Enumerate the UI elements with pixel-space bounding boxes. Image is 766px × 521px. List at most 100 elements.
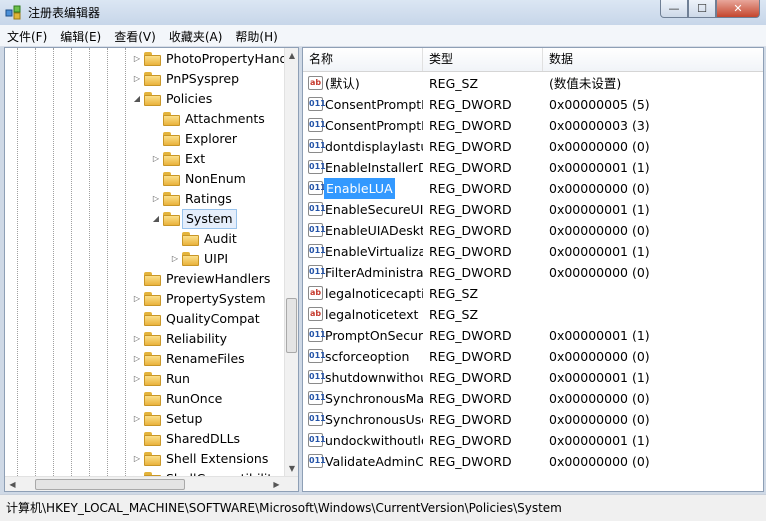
collapsed-arrow-icon[interactable]: ▷ (170, 249, 180, 269)
menu-favorites[interactable]: 收藏夹(A) (162, 25, 229, 46)
menu-file[interactable]: 文件(F) (0, 25, 53, 46)
scroll-up-icon[interactable]: ▲ (285, 48, 298, 63)
scroll-down-icon[interactable]: ▼ (285, 461, 298, 476)
tree-item[interactable]: ▷ Shell Extensions (132, 449, 284, 469)
tree-item[interactable]: ▷ Ext (151, 149, 284, 169)
collapsed-arrow-icon[interactable]: ▷ (132, 469, 142, 476)
value-row[interactable]: 011EnableUIADesktopToggle REG_DWORD 0x0000… (303, 220, 763, 241)
collapsed-arrow-icon[interactable]: ▷ (132, 449, 142, 469)
dword-value-icon: 011 (308, 181, 326, 195)
value-data: 0x00000003 (3) (549, 118, 650, 133)
tree-item-label: Setup (166, 411, 203, 426)
menu-help[interactable]: 帮助(H) (228, 25, 283, 46)
tree-item[interactable]: Audit (170, 229, 284, 249)
value-row[interactable]: 011shutdownwithoutlogon REG_DWORD 0x000000… (303, 367, 763, 388)
tree-item[interactable]: ▷ RenameFiles (132, 349, 284, 369)
tree-guide-line (53, 48, 54, 476)
value-row[interactable]: 011ConsentPromptBehaviorUser REG_DWORD 0x0… (303, 115, 763, 136)
value-row[interactable]: 011ValidateAdminCodeSignatures REG_DWORD 0… (303, 451, 763, 472)
column-header: 名称 类型 数据 (303, 48, 763, 72)
menu-view[interactable]: 查看(V) (107, 25, 162, 46)
tree-item-label: Policies (166, 91, 213, 106)
value-data: 0x00000000 (0) (549, 181, 650, 196)
menu-edit[interactable]: 编辑(E) (53, 25, 107, 46)
collapsed-arrow-icon[interactable]: ▷ (132, 289, 142, 309)
tree-item[interactable]: ▷ ShellCompatibility (132, 469, 284, 476)
folder-icon (144, 292, 161, 306)
folder-icon (144, 332, 161, 346)
collapsed-arrow-icon[interactable]: ▷ (132, 69, 142, 89)
value-data: 0x00000001 (1) (549, 370, 650, 385)
tree-item[interactable]: ▷ UIPI (170, 249, 284, 269)
value-row[interactable]: 011PromptOnSecureDesktop REG_DWORD 0x00000… (303, 325, 763, 346)
value-row[interactable]: 011EnableInstallerDetection REG_DWORD 0x00… (303, 157, 763, 178)
tree-item-label: SharedDLLs (166, 431, 241, 446)
expanded-arrow-icon[interactable]: ◢ (151, 209, 161, 229)
folder-icon (144, 52, 161, 66)
collapsed-arrow-icon[interactable]: ▷ (132, 349, 142, 369)
tree-item[interactable]: ▷ PhotoPropertyHandler (132, 49, 284, 69)
tree-item-label: PhotoPropertyHandler (166, 51, 284, 66)
value-row[interactable]: 011EnableSecureUIAPaths REG_DWORD 0x000000… (303, 199, 763, 220)
tree-item[interactable]: ◢ Policies (132, 89, 284, 109)
collapsed-arrow-icon[interactable]: ▷ (151, 149, 161, 169)
tree-item[interactable]: Explorer (151, 129, 284, 149)
tree-item-label: NonEnum (185, 171, 246, 186)
collapsed-arrow-icon[interactable]: ▷ (132, 409, 142, 429)
maximize-button[interactable]: ☐ (688, 0, 716, 18)
value-row[interactable]: 011undockwithoutlogon REG_DWORD 0x00000001… (303, 430, 763, 451)
value-row[interactable]: 011SynchronousUserGroupPolicy REG_DWORD 0x… (303, 409, 763, 430)
tree-item[interactable]: Attachments (151, 109, 284, 129)
collapsed-arrow-icon[interactable]: ▷ (151, 189, 161, 209)
folder-icon (144, 372, 161, 386)
minimize-button[interactable]: — (660, 0, 688, 18)
scrollbar-thumb[interactable] (35, 479, 185, 490)
folder-icon (182, 232, 199, 246)
tree-item[interactable]: ▷ Setup (132, 409, 284, 429)
value-row[interactable]: 011EnableVirtualization REG_DWORD 0x000000… (303, 241, 763, 262)
column-name[interactable]: 名称 (303, 48, 423, 71)
tree-item[interactable]: ▷ PnPSysprep (132, 69, 284, 89)
tree-item[interactable]: ▷ Reliability (132, 329, 284, 349)
expanded-arrow-icon[interactable]: ◢ (132, 89, 142, 109)
value-row[interactable]: ab legalnoticetext REG_SZ (303, 304, 763, 325)
close-button[interactable]: ✕ (716, 0, 760, 18)
tree-item[interactable]: NonEnum (151, 169, 284, 189)
tree-item[interactable]: ▷ Ratings (151, 189, 284, 209)
folder-icon (144, 92, 161, 106)
collapsed-arrow-icon[interactable]: ▷ (132, 49, 142, 69)
value-row[interactable]: 011FilterAdministratorToken REG_DWORD 0x00… (303, 262, 763, 283)
value-data: 0x00000001 (1) (549, 244, 650, 259)
scrollbar-thumb[interactable] (286, 298, 297, 353)
column-data[interactable]: 数据 (543, 48, 763, 71)
value-row[interactable]: ab (默认) REG_SZ (数值未设置) (303, 73, 763, 94)
column-type[interactable]: 类型 (423, 48, 543, 71)
tree-item[interactable]: ▷ Run (132, 369, 284, 389)
value-row[interactable]: 011 scforceoption REG_DWORD 0x00000000 (0) (303, 346, 763, 367)
value-type: REG_DWORD (429, 391, 512, 406)
tree-item[interactable]: PreviewHandlers (132, 269, 284, 289)
tree-horizontal-scrollbar[interactable]: ◀ ▶ (5, 476, 298, 491)
tree-item[interactable]: ◢ System (151, 209, 284, 229)
collapsed-arrow-icon[interactable]: ▷ (132, 369, 142, 389)
tree-item-label: UIPI (204, 251, 229, 266)
tree-item-label: Shell Extensions (166, 451, 269, 466)
value-row[interactable]: 011 EnableLUA REG_DWORD 0x00000000 (0) (303, 178, 763, 199)
value-row[interactable]: ablegalnoticecaption REG_SZ (303, 283, 763, 304)
tree-item[interactable]: QualityCompat (132, 309, 284, 329)
folder-icon (144, 432, 161, 446)
folder-icon (182, 252, 199, 266)
value-row[interactable]: 011dontdisplaylastusername REG_DWORD 0x000… (303, 136, 763, 157)
tree-item[interactable]: SharedDLLs (132, 429, 284, 449)
collapsed-arrow-icon[interactable]: ▷ (132, 329, 142, 349)
window-controls: — ☐ ✕ (660, 0, 760, 19)
tree-item[interactable]: ▷ PropertySystem (132, 289, 284, 309)
scroll-right-icon[interactable]: ▶ (269, 477, 284, 491)
value-row[interactable]: 011ConsentPromptBehaviorAdmin REG_DWORD 0x… (303, 94, 763, 115)
registry-editor-icon (5, 5, 21, 20)
value-row[interactable]: 011SynchronousMachineGroupPolicy REG_DWOR… (303, 388, 763, 409)
scroll-left-icon[interactable]: ◀ (5, 477, 20, 491)
tree-item[interactable]: RunOnce (132, 389, 284, 409)
tree-vertical-scrollbar[interactable]: ▲ ▼ (284, 48, 298, 476)
value-data: 0x00000001 (1) (549, 160, 650, 175)
